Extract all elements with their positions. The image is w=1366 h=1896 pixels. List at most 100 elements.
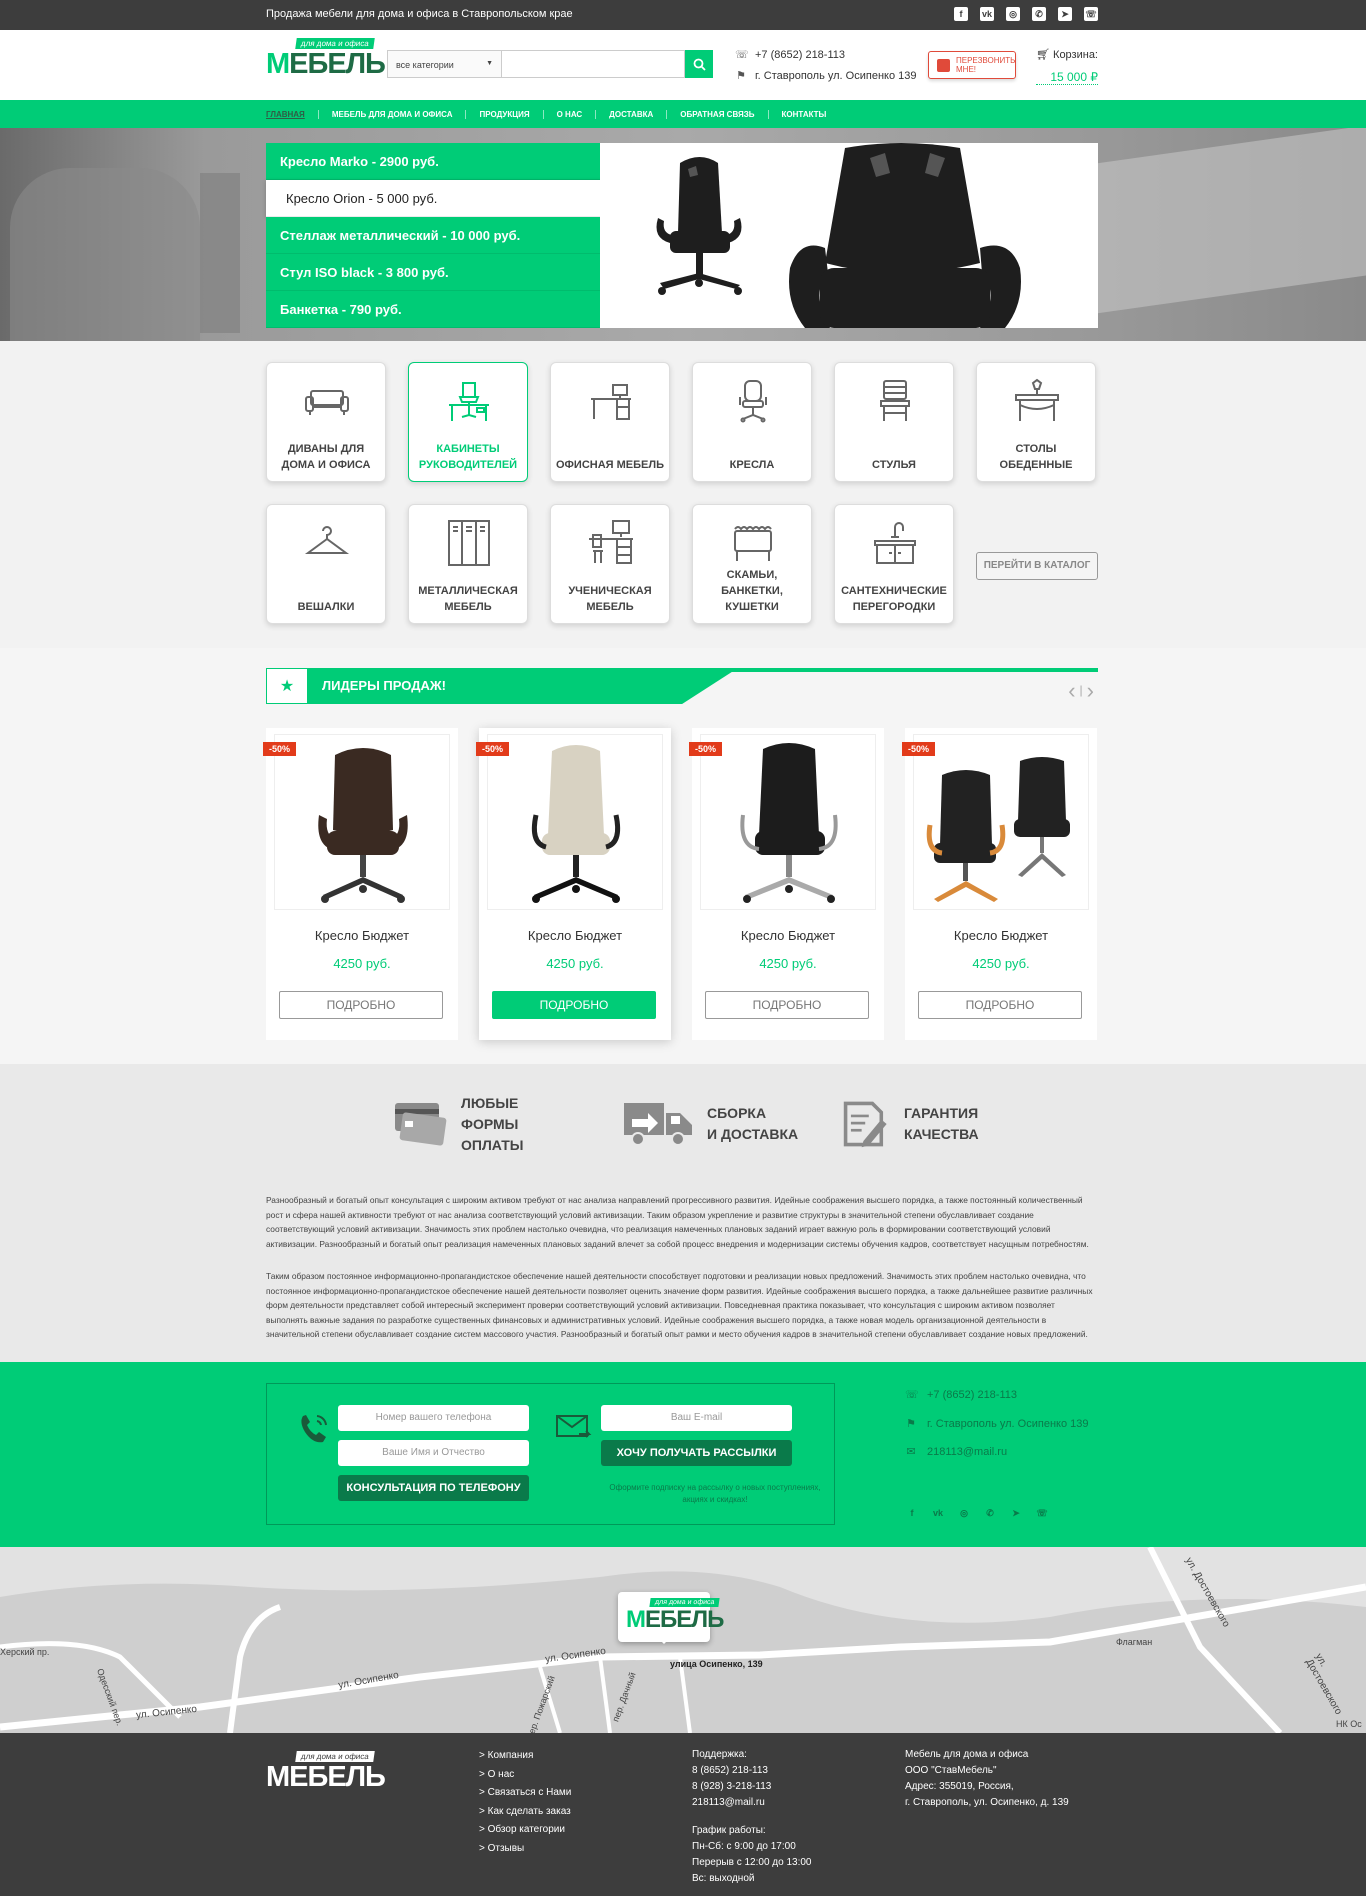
- product-card[interactable]: -50% Кресло Бюджет 4250 руб. ПОДРОБНО: [902, 728, 1097, 1040]
- product-image[interactable]: [913, 734, 1089, 910]
- contact-address: ⚑ г. Ставрополь ул. Осипенко 139: [906, 1418, 1089, 1430]
- category-chairs[interactable]: СТУЛЬЯ: [834, 362, 954, 482]
- footer-link[interactable]: > Связаться с Нами: [479, 1784, 571, 1803]
- telegram-icon[interactable]: ➤: [1009, 1506, 1023, 1520]
- site-logo[interactable]: для дома и офиса МЕБЕЛЬ: [266, 38, 386, 82]
- subscribe-button[interactable]: ХОЧУ ПОЛУЧАТЬ РАССЫЛКИ: [601, 1440, 792, 1466]
- viber-icon[interactable]: ☏: [1035, 1506, 1049, 1520]
- nav-about[interactable]: О НАС: [542, 109, 596, 119]
- category-metal[interactable]: МЕТАЛЛИЧЕСКАЯ МЕБЕЛЬ: [408, 504, 528, 624]
- category-student[interactable]: УЧЕНИЧЕСКАЯ МЕБЕЛЬ: [550, 504, 670, 624]
- footer-support: Поддержка: 8 (8652) 218-113 8 (928) 3-21…: [692, 1747, 812, 1887]
- slide-image[interactable]: [600, 143, 1098, 328]
- instagram-icon[interactable]: ◎: [957, 1506, 971, 1520]
- map-marker[interactable]: для дома и офиса МЕБЕЛЬ: [618, 1592, 724, 1644]
- email-field[interactable]: Ваш E-mail: [601, 1405, 792, 1431]
- cart-icon: 🛒︎: [1036, 49, 1050, 61]
- office-chair-icon: [739, 380, 767, 423]
- category-armchairs[interactable]: КРЕСЛА: [692, 362, 812, 482]
- cart[interactable]: 🛒︎ Корзина: 15 000 ₽: [1036, 48, 1098, 85]
- credit-cards-icon: [395, 1103, 447, 1146]
- footer-link[interactable]: > О нас: [479, 1766, 571, 1785]
- details-button[interactable]: ПОДРОБНО: [492, 991, 656, 1019]
- logo-wordmark: МЕБЕЛЬ: [266, 1761, 386, 1793]
- category-grid: ДИВАНЫ ДЛЯ ДОМА И ОФИСА КАБИНЕТЫ РУКОВОД…: [266, 362, 1098, 630]
- chair-photo: [740, 743, 838, 903]
- search-button[interactable]: [685, 50, 713, 78]
- footer-link[interactable]: > Отзывы: [479, 1840, 571, 1859]
- locker-icon: [448, 520, 490, 566]
- footer-link[interactable]: > Как сделать заказ: [479, 1803, 571, 1822]
- details-button[interactable]: ПОДРОБНО: [918, 991, 1082, 1019]
- delivery-truck-icon: [624, 1103, 692, 1146]
- discount-badge: -50%: [689, 742, 723, 756]
- slide-tab-active[interactable]: Кресло Orion - 5 000 руб.: [266, 180, 608, 217]
- instagram-icon[interactable]: ◎: [1006, 7, 1020, 21]
- viber-icon[interactable]: ☏: [1084, 7, 1098, 21]
- phone-consultation-button[interactable]: КОНСУЛЬТАЦИЯ ПО ТЕЛЕФОНУ: [338, 1475, 529, 1501]
- footer-link[interactable]: > Обзор категории: [479, 1821, 571, 1840]
- nav-delivery[interactable]: ДОСТАВКА: [595, 109, 666, 119]
- category-sofas[interactable]: ДИВАНЫ ДЛЯ ДОМА И ОФИСА: [266, 362, 386, 482]
- phone-field[interactable]: Номер вашего телефона: [338, 1405, 529, 1431]
- product-name[interactable]: Кресло Бюджет: [905, 928, 1097, 943]
- category-plumbing[interactable]: САНТЕХНИЧЕСКИЕ ПЕРЕГОРОДКИ: [834, 504, 954, 624]
- product-card[interactable]: -50% Кресло Бюджет 4250 руб. ПОДРОБНО: [476, 728, 671, 1040]
- callback-button[interactable]: ПЕРЕЗВОНИТЬ МНЕ!: [928, 51, 1016, 79]
- contact-phone[interactable]: ☏ +7 (8652) 218-113: [905, 1389, 1017, 1401]
- details-button[interactable]: ПОДРОБНО: [279, 991, 443, 1019]
- header-phone[interactable]: ☏ +7 (8652) 218-113: [735, 49, 845, 61]
- vk-icon[interactable]: vk: [931, 1506, 945, 1520]
- telegram-icon[interactable]: ➤: [1058, 7, 1072, 21]
- support-phone[interactable]: 8 (928) 3-218-113: [692, 1779, 812, 1795]
- footer-link[interactable]: > Компания: [479, 1747, 571, 1766]
- category-office[interactable]: ОФИСНАЯ МЕБЕЛЬ: [550, 362, 670, 482]
- slide-tab[interactable]: Стеллаж металлический - 10 000 руб.: [266, 217, 600, 254]
- product-card[interactable]: -50% Кресло Бюджет 4250 руб. ПОДРОБНО: [263, 728, 458, 1040]
- flag-icon: ⚑: [736, 70, 746, 82]
- slide-tab[interactable]: Кресло Marko - 2900 руб.: [266, 143, 600, 180]
- contact-email[interactable]: ✉ 218113@mail.ru: [905, 1446, 1007, 1458]
- product-card[interactable]: -50% Кресло Бюджет 4250 руб. ПОДРОБНО: [689, 728, 884, 1040]
- whatsapp-icon[interactable]: ✆: [983, 1506, 997, 1520]
- category-dining-tables[interactable]: СТОЛЫ ОБЕДЕННЫЕ: [976, 362, 1096, 482]
- dining-table-icon: [1015, 378, 1059, 421]
- whatsapp-icon[interactable]: ✆: [1032, 7, 1046, 21]
- details-button[interactable]: ПОДРОБНО: [705, 991, 869, 1019]
- slide-tab[interactable]: Стул ISO black - 3 800 руб.: [266, 254, 600, 291]
- street-label: Херский пр.: [0, 1647, 50, 1657]
- name-field[interactable]: Ваше Имя и Отчество: [338, 1440, 529, 1466]
- category-hangers[interactable]: ВЕШАЛКИ: [266, 504, 386, 624]
- facebook-icon[interactable]: f: [954, 7, 968, 21]
- lock-phone-icon: [937, 59, 950, 72]
- product-image[interactable]: [274, 734, 450, 910]
- product-image[interactable]: [487, 734, 663, 910]
- vk-icon[interactable]: vk: [980, 7, 994, 21]
- product-image[interactable]: [700, 734, 876, 910]
- go-to-catalog-button[interactable]: ПЕРЕЙТИ В КАТАЛОГ: [976, 552, 1098, 580]
- nav-contacts[interactable]: КОНТАКТЫ: [767, 109, 840, 119]
- location-map[interactable]: ул. Осипенко ул. Осипенко ул. Осипенко Х…: [0, 1547, 1366, 1733]
- facebook-icon[interactable]: f: [905, 1506, 919, 1520]
- category-select[interactable]: все категории ▼: [387, 50, 501, 78]
- slide-tab[interactable]: Банкетка - 790 руб.: [266, 291, 600, 328]
- product-name[interactable]: Кресло Бюджет: [266, 928, 458, 943]
- nav-furniture[interactable]: МЕБЕЛЬ ДЛЯ ДОМА И ОФИСА: [317, 109, 466, 119]
- product-name[interactable]: Кресло Бюджет: [479, 928, 671, 943]
- prev-arrow-icon[interactable]: ‹: [1068, 678, 1079, 703]
- feature-quality: ГАРАНТИЯ КАЧЕСТВА: [842, 1099, 1024, 1149]
- chevron-down-icon: ▼: [486, 60, 493, 67]
- category-benches[interactable]: СКАМЬИ, БАНКЕТКИ, КУШЕТКИ: [692, 504, 812, 624]
- category-executive[interactable]: КАБИНЕТЫ РУКОВОДИТЕЛЕЙ: [408, 362, 528, 482]
- next-arrow-icon[interactable]: ›: [1087, 678, 1098, 703]
- nav-home[interactable]: ГЛАВНАЯ: [266, 110, 318, 119]
- footer-logo[interactable]: для дома и офиса МЕБЕЛЬ: [266, 1751, 386, 1795]
- cart-total[interactable]: 15 000 ₽: [1036, 70, 1098, 85]
- nav-products[interactable]: ПРОДУКЦИЯ: [465, 109, 542, 119]
- support-email[interactable]: 218113@mail.ru: [692, 1795, 812, 1811]
- product-name[interactable]: Кресло Бюджет: [692, 928, 884, 943]
- search-input[interactable]: [501, 50, 685, 78]
- support-phone[interactable]: 8 (8652) 218-113: [692, 1763, 812, 1779]
- nav-feedback[interactable]: ОБРАТНАЯ СВЯЗЬ: [666, 109, 767, 119]
- feature-delivery: СБОРКА И ДОСТАВКА: [623, 1099, 827, 1149]
